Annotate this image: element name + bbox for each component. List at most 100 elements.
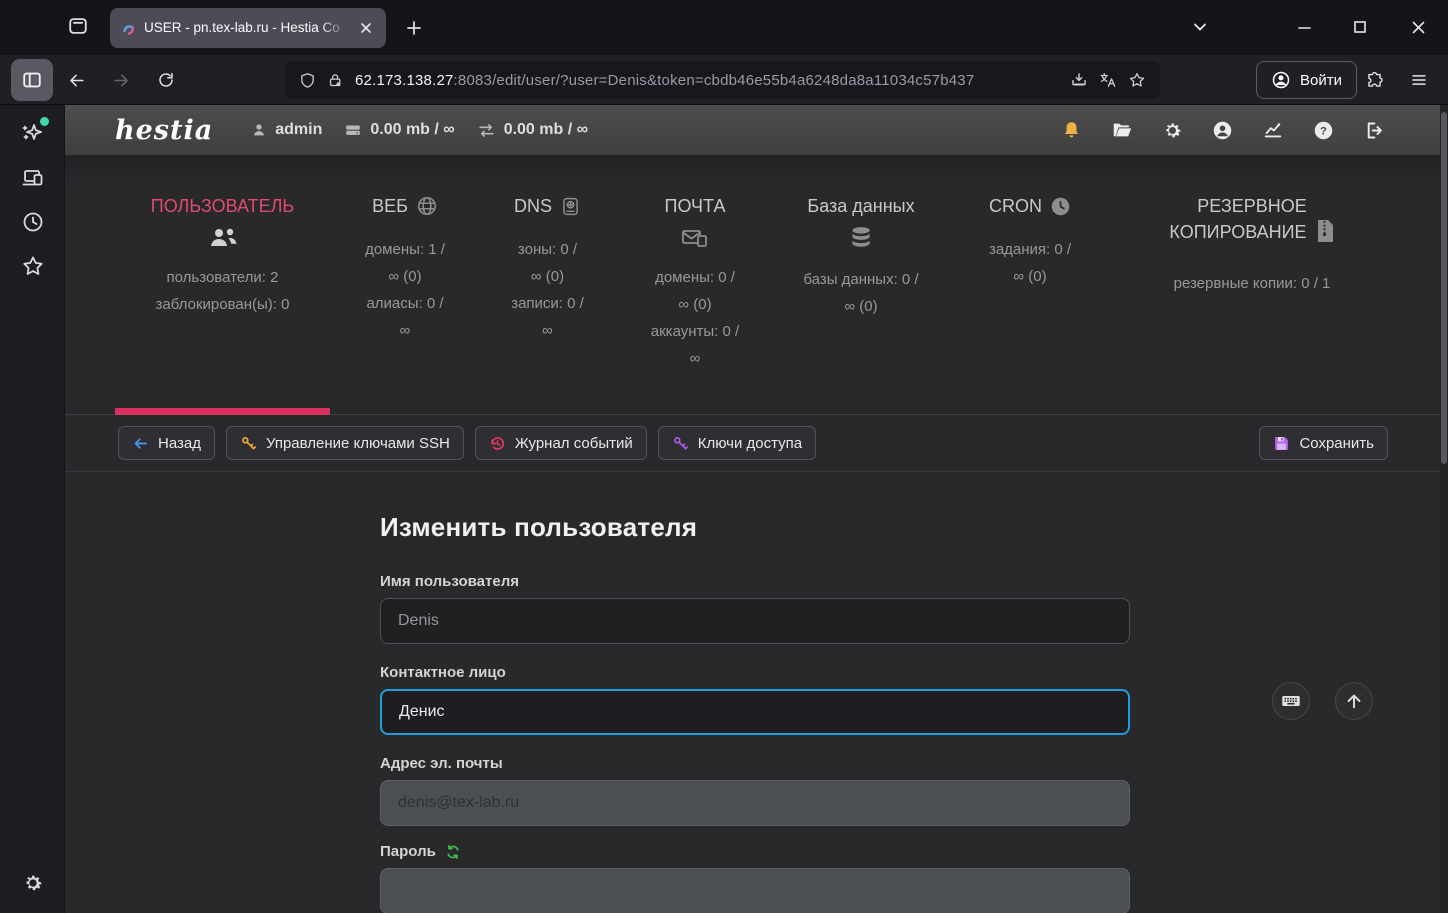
- back-label: Назад: [158, 435, 201, 452]
- stat-line: домены: 1 /: [350, 236, 460, 263]
- reload-button[interactable]: [149, 63, 183, 97]
- username-field[interactable]: [380, 598, 1130, 644]
- maximize-button[interactable]: [1338, 10, 1382, 44]
- forward-button[interactable]: [104, 63, 138, 97]
- notification-dot: [40, 117, 49, 126]
- server-settings-gear-icon[interactable]: [1162, 120, 1183, 141]
- bookmarks-star-icon[interactable]: [14, 247, 52, 285]
- users-icon: [115, 225, 330, 256]
- tab-title: USER - pn.tex-lab.ru - Hestia Co: [144, 20, 340, 35]
- translate-icon[interactable]: [1099, 71, 1117, 89]
- file-manager-folder-icon[interactable]: [1111, 119, 1133, 141]
- back-button-hestia[interactable]: Назад: [118, 426, 215, 460]
- history-clock-icon[interactable]: [14, 203, 52, 241]
- page-scrollbar[interactable]: [1440, 105, 1448, 913]
- firefox-sidebar: [0, 105, 65, 913]
- hestia-page: hestia admin 0.00 mb / ∞: [65, 105, 1440, 913]
- ai-chatbot-icon[interactable]: [14, 114, 52, 152]
- password-field[interactable]: [380, 868, 1130, 913]
- svg-text:?: ?: [1320, 125, 1327, 137]
- stat-line: резервные копии: 0 / 1: [1147, 270, 1357, 297]
- menu-web-link[interactable]: ВЕБ: [350, 193, 460, 224]
- stat-line: ∞ (0): [635, 291, 755, 318]
- menu-item-dns: DNS зоны: 0 / ∞ (0) записи: 0 / ∞: [490, 155, 605, 344]
- sidebar-toggle-button[interactable]: [11, 59, 53, 101]
- menu-item-backup: РЕЗЕРВНОЕ КОПИРОВАНИЕ резервные копии: 0…: [1147, 155, 1357, 297]
- logged-in-user[interactable]: admin: [251, 121, 322, 139]
- globe-icon: [416, 195, 438, 224]
- stat-line: пользователи: 2: [115, 264, 330, 291]
- close-window-button[interactable]: [1396, 10, 1440, 44]
- menu-db-link[interactable]: База данных: [785, 193, 937, 219]
- stat-line: базы данных: 0 /: [785, 266, 937, 293]
- menu-item-web: ВЕБ домены: 1 / ∞ (0) алиасы: 0 / ∞: [350, 155, 460, 344]
- archive-icon: [1315, 219, 1335, 250]
- download-icon[interactable]: [1070, 71, 1088, 89]
- stat-line: ∞ (0): [785, 293, 937, 320]
- menu-cron-link[interactable]: CRON: [965, 193, 1095, 224]
- bookmark-star-icon[interactable]: [1128, 71, 1146, 89]
- save-label: Сохранить: [1299, 435, 1374, 452]
- firefox-view-button[interactable]: [60, 10, 96, 46]
- help-icon[interactable]: ?: [1313, 120, 1334, 141]
- bandwidth-usage: 0.00 mb / ∞: [477, 121, 588, 140]
- email-field[interactable]: [380, 780, 1130, 826]
- signin-label: Войти: [1300, 72, 1342, 89]
- bandwidth-usage-value: 0.00 mb / ∞: [504, 121, 588, 139]
- statistics-chart-icon[interactable]: [1262, 119, 1284, 141]
- access-keys-button[interactable]: Ключи доступа: [658, 426, 816, 460]
- password-label: Пароль: [380, 843, 1130, 860]
- hestia-content: Изменить пользователя Имя пользователя К…: [65, 472, 1440, 913]
- stat-line: алиасы: 0 /: [350, 290, 460, 317]
- event-log-button[interactable]: Журнал событий: [475, 426, 647, 460]
- generate-password-icon[interactable]: [445, 844, 461, 860]
- ssh-keys-label: Управление ключами SSH: [266, 435, 450, 452]
- stat-line: ∞: [350, 317, 460, 344]
- shield-icon[interactable]: [299, 72, 316, 89]
- stat-line: ∞: [490, 317, 605, 344]
- stat-line: записи: 0 /: [490, 290, 605, 317]
- contact-field[interactable]: [380, 689, 1130, 735]
- tab-strip: USER - pn.tex-lab.ru - Hestia Co: [0, 0, 1448, 55]
- ssh-keys-button[interactable]: Управление ключами SSH: [226, 426, 464, 460]
- profile-icon[interactable]: [1212, 120, 1233, 141]
- menu-backup-link[interactable]: РЕЗЕРВНОЕ КОПИРОВАНИЕ: [1147, 193, 1357, 250]
- hamburger-menu-icon[interactable]: [1402, 63, 1436, 97]
- sidebar-settings-gear-icon[interactable]: [14, 864, 52, 902]
- virtual-keyboard-button[interactable]: [1272, 682, 1310, 720]
- lock-warning-icon[interactable]: [327, 72, 344, 89]
- save-button[interactable]: Сохранить: [1259, 426, 1388, 460]
- synced-tabs-icon[interactable]: [14, 159, 52, 197]
- back-button[interactable]: [59, 63, 93, 97]
- url-bar[interactable]: 62.173.138.27:8083/edit/user/?user=Denis…: [285, 61, 1160, 99]
- url-host: 62.173.138.27: [355, 72, 454, 89]
- menu-mail-link[interactable]: ПОЧТА: [635, 193, 755, 219]
- scrollbar-thumb[interactable]: [1441, 112, 1447, 464]
- new-tab-button[interactable]: [398, 12, 430, 44]
- event-log-label: Журнал событий: [515, 435, 633, 452]
- access-keys-label: Ключи доступа: [698, 435, 802, 452]
- browser-navbar: 62.173.138.27:8083/edit/user/?user=Denis…: [0, 55, 1448, 105]
- edit-user-form: Изменить пользователя Имя пользователя К…: [380, 472, 1130, 913]
- user-icon: [251, 122, 267, 138]
- logout-icon[interactable]: [1363, 120, 1384, 141]
- browser-tab[interactable]: USER - pn.tex-lab.ru - Hestia Co: [110, 8, 386, 48]
- menu-user-link[interactable]: ПОЛЬЗОВАТЕЛЬ: [115, 193, 330, 219]
- tab-close-icon[interactable]: [356, 18, 376, 38]
- email-label: Адрес эл. почты: [380, 755, 1130, 772]
- extensions-puzzle-icon[interactable]: [1357, 63, 1391, 97]
- notifications-bell-icon[interactable]: [1061, 120, 1082, 141]
- header-icons: ?: [1061, 119, 1384, 141]
- username-label: Имя пользователя: [380, 573, 1130, 590]
- url-text[interactable]: 62.173.138.27:8083/edit/user/?user=Denis…: [355, 72, 1059, 89]
- hestia-logo[interactable]: hestia: [115, 115, 213, 146]
- firefox-view-icon: [67, 15, 89, 42]
- scroll-to-top-button[interactable]: [1335, 682, 1373, 720]
- minimize-button[interactable]: [1282, 10, 1326, 44]
- hestia-main-menu: ПОЛЬЗОВАТЕЛЬ пользователи: 2 заблокирова…: [65, 155, 1440, 415]
- stat-line: домены: 0 /: [635, 264, 755, 291]
- page-title: Изменить пользователя: [380, 512, 1130, 543]
- menu-dns-link[interactable]: DNS: [490, 193, 605, 224]
- tab-list-dropdown-button[interactable]: [1178, 10, 1222, 44]
- signin-button[interactable]: Войти: [1256, 61, 1357, 99]
